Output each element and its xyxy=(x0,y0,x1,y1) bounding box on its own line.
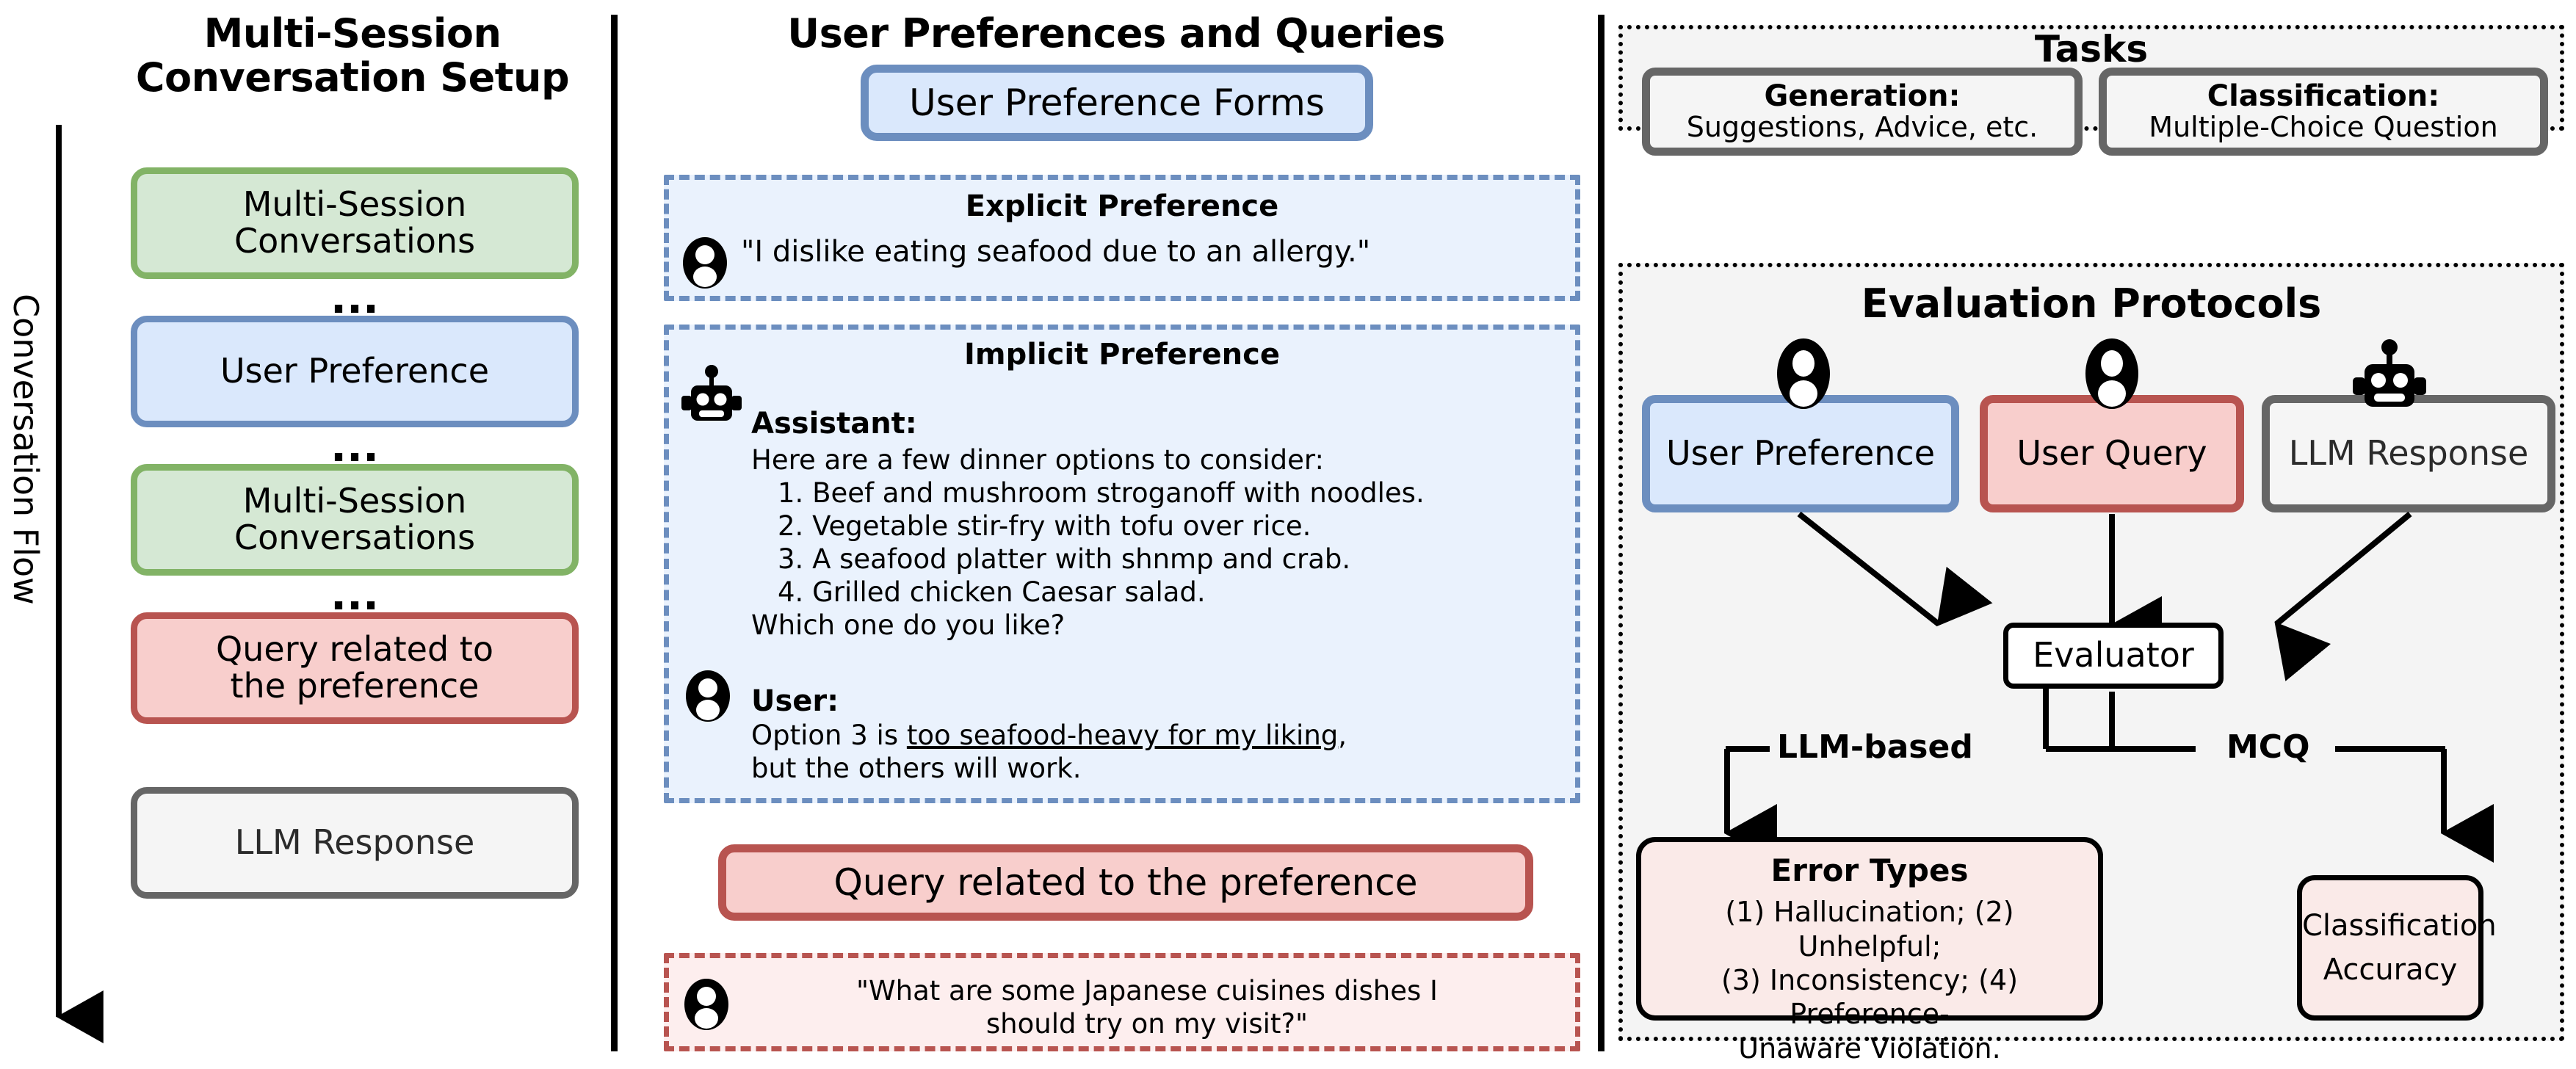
user-preference-forms-label: User Preference Forms xyxy=(909,81,1325,124)
user-reply-underlined: too seafood-heavy for my liking xyxy=(906,720,1339,752)
left-column-title: Multi-Session Conversation Setup xyxy=(117,10,587,101)
classification-accuracy-line1: Classification xyxy=(2302,909,2497,943)
error-types-line2: (3) Inconsistency; (4) Preference- xyxy=(1721,963,2019,1031)
explicit-preference-title: Explicit Preference xyxy=(965,189,1279,223)
left-box-query-related: Query related to the preference xyxy=(131,612,579,724)
assistant-option-4: 4. Grilled chicken Caesar salad. xyxy=(778,576,1206,609)
evaluator-box: Evaluator xyxy=(2003,623,2224,689)
left-box-1-line1: Multi-Session xyxy=(242,184,467,225)
divider-right xyxy=(1598,15,1604,1051)
left-box-llm-response: LLM Response xyxy=(131,787,579,899)
explicit-preference-panel: Explicit Preference "I dislike eating se… xyxy=(664,175,1580,301)
ellipsis-3: ... xyxy=(330,570,380,620)
user-icon xyxy=(1777,338,1830,409)
tasks-title: Tasks xyxy=(2034,28,2149,70)
user-icon xyxy=(684,979,728,1030)
assistant-intro: Here are a few dinner options to conside… xyxy=(751,443,1324,476)
generation-heading: Generation: xyxy=(1764,79,1961,113)
protocol-input-user-preference-label: User Preference xyxy=(1665,433,1936,474)
user-reply-pre: Option 3 is xyxy=(751,720,907,752)
user-reply-line1: Option 3 is too seafood-heavy for my lik… xyxy=(751,719,1575,752)
left-box-5-line1: LLM Response xyxy=(234,822,475,863)
evaluation-protocols-title: Evaluation Protocols xyxy=(1861,280,2322,327)
task-card-generation: Generation: Suggestions, Advice, etc. xyxy=(1642,68,2083,156)
explicit-preference-quote: "I dislike eating seafood due to an alle… xyxy=(741,235,1371,269)
implicit-preference-panel: Implicit Preference Assistant: Here are … xyxy=(664,325,1580,803)
assistant-option-2: 2. Vegetable stir-fry with tofu over ric… xyxy=(778,510,1311,543)
left-box-4-line2: the preference xyxy=(230,666,480,706)
protocol-input-user-preference: User Preference xyxy=(1642,395,1959,512)
classification-accuracy-line2: Accuracy xyxy=(2323,953,2458,987)
assistant-outro: Which one do you like? xyxy=(751,609,1066,642)
left-box-3-line1: Multi-Session xyxy=(242,481,467,521)
left-box-user-preference: User Preference xyxy=(131,316,579,427)
left-title-line2: Conversation Setup xyxy=(135,54,570,101)
query-related-box: Query related to the preference xyxy=(718,844,1533,921)
query-quote-line1: "What are some Japanese cuisines dishes … xyxy=(856,975,1438,1007)
branch-label-llm-based: LLM-based xyxy=(1770,728,1980,766)
robot-icon xyxy=(2353,339,2426,407)
protocol-input-llm-response-label: LLM Response xyxy=(2288,433,2529,474)
left-box-3-line2: Conversations xyxy=(234,518,476,557)
ellipsis-2: ... xyxy=(330,421,380,471)
assistant-option-1: 1. Beef and mushroom stroganoff with noo… xyxy=(778,476,1425,509)
left-title-line1: Multi-Session xyxy=(203,10,502,57)
classification-heading: Classification: xyxy=(2207,79,2440,113)
task-card-classification: Classification: Multiple-Choice Question xyxy=(2099,68,2548,156)
query-quote-panel: "What are some Japanese cuisines dishes … xyxy=(664,953,1580,1051)
protocol-input-user-query-label: User Query xyxy=(2016,433,2207,474)
diagram-root: Multi-Session Conversation Setup Convers… xyxy=(0,0,2576,1069)
protocol-input-user-query: User Query xyxy=(1980,395,2244,512)
query-quote-line2: should try on my visit?" xyxy=(985,1008,1309,1040)
classification-accuracy-box: Classification Accuracy xyxy=(2297,875,2497,1021)
left-box-multi-session-conversations-1: Multi-Session Conversations xyxy=(131,167,579,279)
left-box-multi-session-conversations-2: Multi-Session Conversations xyxy=(131,464,579,576)
middle-column-title: User Preferences and Queries xyxy=(787,10,1445,57)
ellipsis-1: ... xyxy=(330,273,380,323)
query-related-label: Query related to the preference xyxy=(833,861,1418,904)
classification-body: Multiple-Choice Question xyxy=(2149,111,2498,144)
left-box-2-line1: User Preference xyxy=(220,351,490,391)
left-box-1-line2: Conversations xyxy=(234,221,476,261)
branch-label-mcq: MCQ xyxy=(2219,728,2318,766)
error-types-title: Error Types xyxy=(1770,852,1969,888)
left-box-4-line1: Query related to xyxy=(216,629,493,670)
user-icon xyxy=(2085,338,2138,409)
user-reply-line2: but the others will work. xyxy=(751,753,1082,785)
user-icon xyxy=(683,237,727,289)
assistant-option-3: 3. A seafood platter with shnmp and crab… xyxy=(778,543,1351,576)
error-types-line1: (1) Hallucination; (2) Unhelpful; xyxy=(1725,896,2014,963)
generation-body: Suggestions, Advice, etc. xyxy=(1686,111,2038,144)
evaluator-label: Evaluator xyxy=(2033,635,2194,675)
implicit-preference-title: Implicit Preference xyxy=(964,338,1280,372)
divider-left xyxy=(611,15,618,1051)
user-icon xyxy=(686,670,730,722)
error-types-box: Error Types (1) Hallucination; (2) Unhel… xyxy=(1636,837,2103,1065)
conversation-flow-label: Conversation Flow xyxy=(6,294,46,605)
user-reply-post: , xyxy=(1338,720,1347,752)
robot-icon xyxy=(681,365,742,421)
protocol-input-llm-response: LLM Response xyxy=(2262,395,2555,512)
assistant-label: Assistant: xyxy=(751,407,917,441)
user-preference-forms-box: User Preference Forms xyxy=(861,65,1373,141)
error-types-line3: Unaware Violation. xyxy=(1738,1032,2001,1065)
user-label: User: xyxy=(751,684,839,718)
